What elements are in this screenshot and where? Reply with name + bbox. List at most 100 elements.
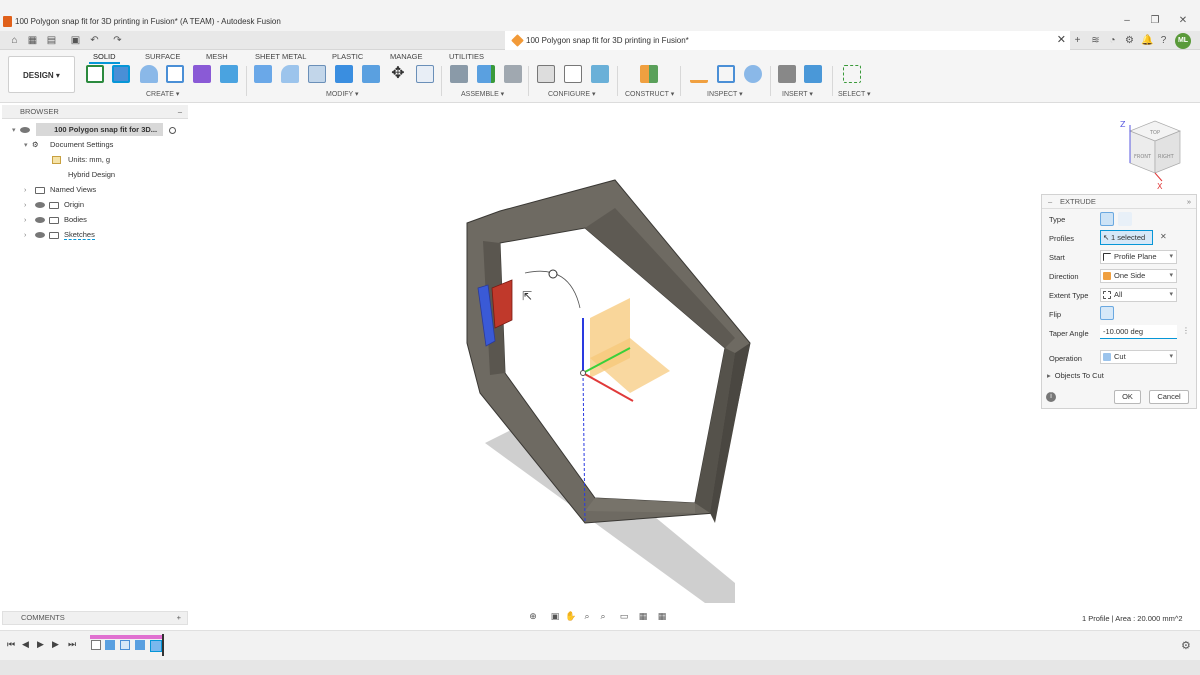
zebra-analysis-icon[interactable] — [744, 65, 762, 83]
configuration-table-icon[interactable] — [564, 65, 582, 83]
box-icon[interactable] — [220, 65, 238, 83]
insert-derive-icon[interactable] — [778, 65, 796, 83]
undo-icon[interactable]: ↶ — [89, 35, 100, 46]
theme-table-icon[interactable] — [591, 65, 609, 83]
extrude-type-one-side-icon[interactable] — [1100, 212, 1114, 226]
browser-item-bodies[interactable]: › Bodies — [24, 213, 87, 226]
workspace-switcher[interactable]: DESIGN ▾ — [8, 56, 75, 93]
chamfer-icon[interactable] — [308, 65, 326, 83]
inspect-menu[interactable]: INSPECT ▾ — [707, 90, 743, 98]
viewports-icon[interactable]: ▦ — [656, 611, 668, 622]
create-menu[interactable]: CREATE ▾ — [146, 90, 179, 98]
extent-type-select[interactable]: All — [1100, 288, 1177, 302]
direction-select[interactable]: One Side — [1100, 269, 1177, 283]
timeline-settings-icon[interactable]: ⚙ — [1181, 639, 1191, 652]
tab-sheet-metal[interactable]: SHEET METAL — [255, 52, 306, 61]
visibility-eye-icon[interactable] — [20, 127, 30, 134]
offset-plane-icon[interactable] — [640, 65, 658, 83]
clear-selection-icon[interactable]: ✕ — [1160, 232, 1167, 241]
play-icon[interactable]: ▶ — [37, 639, 44, 650]
browser-item-document-settings[interactable]: ▾ ⚙ Document Settings — [24, 138, 113, 151]
timeline-feature[interactable] — [135, 640, 145, 650]
as-built-joint-icon[interactable] — [504, 65, 522, 83]
close-tab-icon[interactable]: ✕ — [1057, 33, 1066, 46]
tab-solid[interactable]: SOLID — [89, 52, 119, 64]
timeline-marker[interactable] — [162, 634, 164, 656]
tab-manage[interactable]: MANAGE — [390, 52, 423, 61]
configure-menu[interactable]: CONFIGURE ▾ — [548, 90, 595, 98]
step-forward-icon[interactable]: ▶ — [52, 639, 59, 650]
viewcube[interactable]: TOP FRONT RIGHT Z X — [1120, 120, 1181, 191]
home-icon[interactable]: ⌂ — [9, 35, 20, 46]
timeline-active-feature[interactable] — [150, 640, 162, 652]
extrude-type-thin-icon[interactable] — [1118, 212, 1132, 226]
go-to-end-icon[interactable]: ⏭ — [68, 639, 76, 650]
extensions-icon[interactable]: ⚙ — [1124, 35, 1135, 46]
maximize-button[interactable]: ❐ — [1148, 14, 1162, 28]
select-menu[interactable]: SELECT ▾ — [838, 90, 871, 98]
insert-image-icon[interactable] — [804, 65, 822, 83]
objects-to-cut-toggle[interactable]: ▸ Objects To Cut — [1047, 371, 1104, 380]
sweep-icon[interactable] — [166, 65, 184, 83]
change-parameters-icon[interactable] — [416, 65, 434, 83]
measure-icon[interactable] — [690, 65, 708, 83]
close-window-button[interactable]: ✕ — [1176, 14, 1190, 28]
create-sketch-icon[interactable] — [86, 65, 104, 83]
select-icon[interactable] — [843, 65, 861, 83]
redo-icon[interactable]: ↷ — [112, 35, 123, 46]
document-tab[interactable]: 100 Polygon snap fit for 3D printing in … — [505, 31, 1070, 50]
offline-icon[interactable]: ≋ — [1090, 35, 1101, 46]
fillet-icon[interactable] — [281, 65, 299, 83]
add-comment-button[interactable]: + — [177, 612, 181, 624]
visibility-eye-icon[interactable] — [35, 217, 45, 224]
zoom-icon[interactable]: ⌕ — [581, 611, 593, 622]
fit-icon[interactable]: ⌕ — [597, 611, 609, 622]
taper-angle-input[interactable] — [1100, 325, 1177, 339]
create-form-icon[interactable] — [193, 65, 211, 83]
browser-item-named-views[interactable]: › Named Views — [24, 183, 96, 196]
look-at-icon[interactable]: ▣ — [549, 611, 561, 622]
visibility-eye-icon[interactable] — [35, 232, 45, 239]
timeline-extrude-feature[interactable] — [105, 640, 115, 650]
interference-icon[interactable] — [717, 65, 735, 83]
configure-icon[interactable] — [537, 65, 555, 83]
user-avatar[interactable]: ML — [1175, 33, 1191, 49]
ok-button[interactable]: OK — [1114, 390, 1141, 404]
tab-surface[interactable]: SURFACE — [145, 52, 180, 61]
save-icon[interactable]: ▣ — [70, 35, 81, 46]
cancel-button[interactable]: Cancel — [1149, 390, 1189, 404]
operation-select[interactable]: Cut — [1100, 350, 1177, 364]
new-tab-icon[interactable]: + — [1072, 35, 1083, 46]
angle-manipulator-handle[interactable] — [548, 269, 558, 279]
browser-item-origin[interactable]: › Origin — [24, 198, 84, 211]
assemble-menu[interactable]: ASSEMBLE ▾ — [461, 90, 504, 98]
tab-mesh[interactable]: MESH — [206, 52, 228, 61]
selected-profile[interactable] — [491, 279, 513, 329]
modify-menu[interactable]: MODIFY ▾ — [326, 90, 359, 98]
more-options-icon[interactable]: ⋮ — [1182, 326, 1190, 335]
revolve-icon[interactable] — [140, 65, 158, 83]
browser-item-units[interactable]: Units: mm, g — [52, 153, 110, 166]
tab-utilities[interactable]: UTILITIES — [449, 52, 484, 61]
activate-component-icon[interactable] — [169, 126, 177, 134]
orbit-icon[interactable]: ⊕ — [527, 611, 539, 622]
press-pull-icon[interactable] — [254, 65, 272, 83]
construct-menu[interactable]: CONSTRUCT ▾ — [625, 90, 674, 98]
profiles-selection-button[interactable]: ↖ 1 selected — [1100, 230, 1153, 245]
expand-dialog-icon[interactable]: » — [1187, 195, 1191, 209]
combine-icon[interactable] — [362, 65, 380, 83]
notifications-icon[interactable]: 🔔 — [1141, 35, 1153, 46]
grid-icon[interactable]: ▦ — [27, 35, 38, 46]
minimize-button[interactable]: – — [1120, 14, 1134, 28]
grid-settings-icon[interactable]: ▦ — [637, 611, 649, 622]
visibility-eye-icon[interactable] — [35, 202, 45, 209]
job-status-icon[interactable]: ◔ — [1107, 35, 1118, 46]
comments-panel[interactable]: COMMENTS + — [2, 611, 188, 625]
info-icon[interactable]: i — [1046, 392, 1056, 402]
collapse-dialog-icon[interactable]: – — [1048, 195, 1052, 209]
pan-icon[interactable]: ✋ — [565, 611, 577, 622]
flip-toggle[interactable] — [1100, 306, 1114, 320]
new-component-icon[interactable] — [450, 65, 468, 83]
start-select[interactable]: Profile Plane — [1100, 250, 1177, 264]
timeline-feature[interactable] — [120, 640, 130, 650]
